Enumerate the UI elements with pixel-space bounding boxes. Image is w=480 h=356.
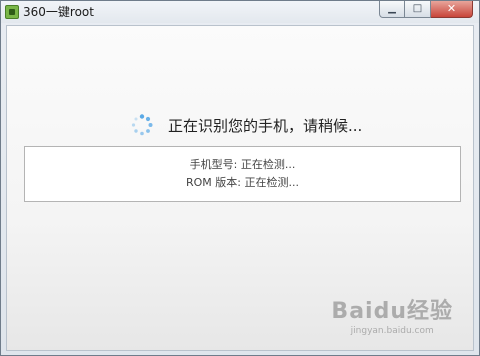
loading-spinner-icon (131, 114, 153, 136)
minimize-button[interactable]: ▁ (379, 1, 405, 18)
title-bar[interactable]: 360一键root ▁ □ ✕ (1, 1, 479, 23)
app-window: 360一键root ▁ □ ✕ 正在识别您的手机，请稍候... 手机型号: 正在… (0, 0, 480, 356)
maximize-icon: □ (412, 3, 423, 14)
minimize-icon: ▁ (388, 3, 396, 14)
phone-model-line: 手机型号: 正在检测... (189, 158, 296, 171)
close-button[interactable]: ✕ (431, 1, 473, 18)
main-panel: 正在识别您的手机，请稍候... 手机型号: 正在检测... ROM 版本: 正在… (6, 25, 474, 351)
status-row: 正在识别您的手机，请稍候... (131, 112, 362, 138)
maximize-button[interactable]: □ (405, 1, 431, 18)
device-info-box: 手机型号: 正在检测... ROM 版本: 正在检测... (24, 146, 461, 202)
window-title: 360一键root (23, 5, 94, 19)
rom-version-line: ROM 版本: 正在检测... (186, 176, 299, 189)
app-icon (5, 5, 19, 19)
watermark-logo: Baidu经验 (331, 299, 453, 324)
baidu-watermark: Baidu经验 jingyan.baidu.com (331, 293, 453, 336)
status-text: 正在识别您的手机，请稍候... (168, 116, 363, 135)
close-icon: ✕ (446, 2, 457, 15)
window-controls: ▁ □ ✕ (379, 1, 473, 19)
watermark-url: jingyan.baidu.com (350, 326, 434, 336)
